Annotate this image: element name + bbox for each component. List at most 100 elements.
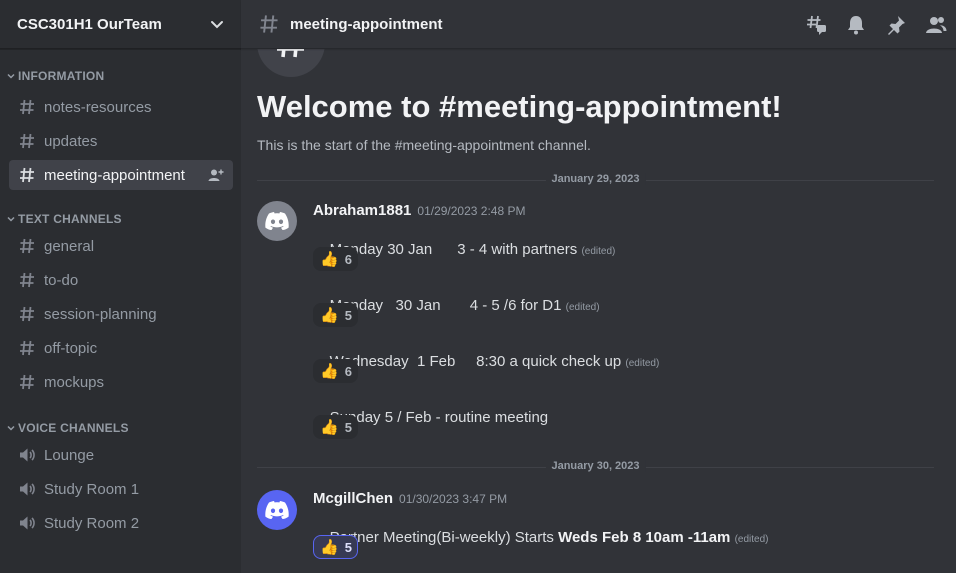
thumbs-up-icon: 👍	[320, 538, 339, 556]
channel-label: mockups	[44, 373, 105, 391]
edited-label: (edited)	[581, 246, 616, 257]
message-area: Welcome to #meeting-appointment! This is…	[241, 49, 956, 573]
channel-meeting-appointment[interactable]: meeting-appointment	[9, 160, 233, 190]
category-information[interactable]: INFORMATION	[0, 67, 241, 85]
date-divider-label: January 30, 2023	[545, 460, 646, 472]
members-icon[interactable]	[924, 13, 948, 37]
category-voice-channels[interactable]: VOICE CHANNELS	[0, 419, 241, 437]
reaction-thumbs-up[interactable]: 👍 5	[313, 303, 358, 327]
channel-updates[interactable]: updates	[9, 126, 233, 156]
server-header[interactable]: CSC301H1 OurTeam	[0, 0, 241, 49]
reaction-thumbs-up[interactable]: 👍 6	[313, 359, 358, 383]
author-name[interactable]: Abraham1881	[313, 202, 411, 219]
message-text: Monday 30 Jan 3 - 4 with partners	[329, 241, 578, 258]
avatar[interactable]	[257, 201, 297, 241]
channel-label: notes-resources	[44, 98, 152, 116]
welcome-title: Welcome to #meeting-appointment!	[257, 89, 782, 124]
reaction-count: 6	[344, 251, 352, 267]
channel-notes-resources[interactable]: notes-resources	[9, 92, 233, 122]
speaker-icon	[20, 482, 35, 496]
hash-icon	[277, 49, 304, 58]
channel-header: meeting-appointment	[241, 0, 956, 49]
edited-label: (edited)	[625, 358, 660, 369]
voice-channel-study-room-1[interactable]: Study Room 1	[9, 474, 233, 504]
channel-general[interactable]: general	[9, 231, 233, 261]
message-text: Sunday 5 / Feb - routine meeting	[329, 409, 549, 426]
channel-label: session-planning	[44, 305, 157, 323]
channel-label: general	[44, 237, 95, 255]
threads-icon[interactable]	[804, 13, 828, 37]
voice-channel-lounge[interactable]: Lounge	[9, 440, 233, 470]
channel-off-topic[interactable]: off-topic	[9, 333, 233, 363]
hash-icon	[20, 272, 34, 288]
speaker-icon	[20, 516, 35, 530]
hash-icon	[20, 306, 34, 322]
edited-label: (edited)	[734, 534, 769, 545]
channel-label: Lounge	[44, 446, 95, 464]
category-label: VOICE CHANNELS	[18, 421, 129, 435]
hash-icon	[20, 374, 34, 390]
date-divider: January 29, 2023	[257, 173, 934, 185]
channel-label: Study Room 1	[44, 480, 140, 498]
message-line: Monday 30 Jan 3 - 4 with partners (edite…	[313, 224, 616, 275]
message-line: Partner Meeting(Bi-weekly) Starts Weds F…	[313, 512, 769, 563]
category-label: TEXT CHANNELS	[18, 212, 122, 226]
add-user-icon[interactable]	[208, 168, 224, 182]
hash-icon	[260, 15, 278, 33]
hash-icon	[20, 340, 34, 356]
message-text: Wednesday 1 Feb 8:30 a quick check up	[329, 353, 622, 370]
header-toolbar	[804, 13, 948, 37]
bell-icon[interactable]	[844, 13, 868, 37]
chevron-down-icon	[211, 21, 223, 29]
hash-icon	[20, 99, 34, 115]
caret-down-icon	[7, 425, 15, 431]
voice-channel-study-room-2[interactable]: Study Room 2	[9, 508, 233, 538]
reaction-count: 5	[344, 419, 352, 435]
author-name[interactable]: McgillChen	[313, 490, 393, 507]
channel-sidebar: CSC301H1 OurTeam INFORMATION notes-resou…	[0, 0, 241, 573]
reaction-thumbs-up[interactable]: 👍 5	[313, 415, 358, 439]
thumbs-up-icon: 👍	[320, 306, 339, 324]
channel-session-planning[interactable]: session-planning	[9, 299, 233, 329]
hash-icon	[20, 133, 34, 149]
message-bold-text: Weds Feb 8 10am -11am	[558, 529, 731, 546]
message-line: Wednesday 1 Feb 8:30 a quick check up (e…	[313, 336, 660, 387]
message-author[interactable]: McgillChen 01/30/2023 3:47 PM	[313, 490, 507, 507]
channel-label: meeting-appointment	[44, 166, 185, 184]
channel-label: to-do	[44, 271, 79, 289]
thumbs-up-icon: 👍	[320, 362, 339, 380]
edited-label: (edited)	[565, 302, 600, 313]
channel-label: off-topic	[44, 339, 98, 357]
channel-avatar	[257, 49, 325, 77]
discord-logo-icon	[265, 212, 289, 230]
caret-down-icon	[7, 216, 15, 222]
channel-label: updates	[44, 132, 98, 150]
channel-label: Study Room 2	[44, 514, 140, 532]
speaker-icon	[20, 448, 35, 462]
welcome-subtitle: This is the start of the #meeting-appoin…	[257, 137, 591, 153]
reaction-thumbs-up-selected[interactable]: 👍 5	[313, 535, 358, 559]
message-author[interactable]: Abraham1881 01/29/2023 2:48 PM	[313, 202, 525, 219]
hash-icon	[20, 167, 34, 183]
category-label: INFORMATION	[18, 69, 105, 83]
caret-down-icon	[7, 73, 15, 79]
message-text: Partner Meeting(Bi-weekly) Starts	[329, 529, 559, 546]
channel-title: meeting-appointment	[290, 15, 443, 33]
discord-logo-icon	[265, 501, 289, 519]
reaction-count: 5	[344, 539, 352, 555]
message-timestamp: 01/30/2023 3:47 PM	[399, 492, 508, 506]
reaction-thumbs-up[interactable]: 👍 6	[313, 247, 358, 271]
message-text: Monday 30 Jan 4 - 5 /6 for D1	[329, 297, 562, 314]
channel-mockups[interactable]: mockups	[9, 367, 233, 397]
thumbs-up-icon: 👍	[320, 418, 339, 436]
category-text-channels[interactable]: TEXT CHANNELS	[0, 210, 241, 228]
server-name: CSC301H1 OurTeam	[17, 15, 162, 33]
date-divider-label: January 29, 2023	[545, 173, 646, 185]
reaction-count: 5	[344, 307, 352, 323]
message-timestamp: 01/29/2023 2:48 PM	[417, 204, 526, 218]
avatar[interactable]	[257, 490, 297, 530]
hash-icon	[20, 238, 34, 254]
pin-icon[interactable]	[884, 13, 908, 37]
thumbs-up-icon: 👍	[320, 250, 339, 268]
channel-to-do[interactable]: to-do	[9, 265, 233, 295]
